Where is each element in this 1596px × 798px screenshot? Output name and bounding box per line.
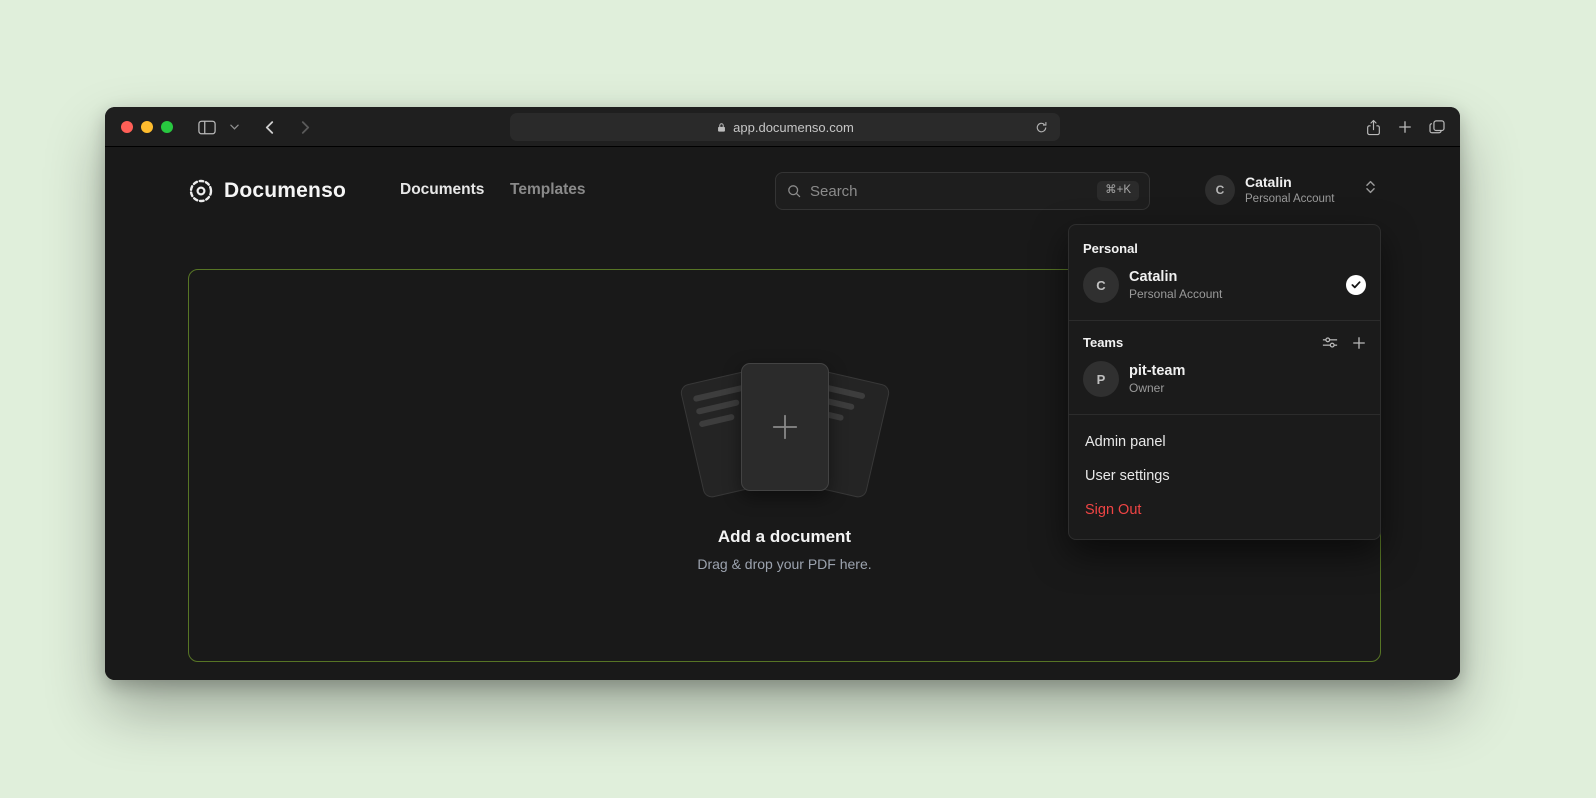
nav-templates[interactable]: Templates xyxy=(510,181,586,199)
nav-documents[interactable]: Documents xyxy=(400,181,484,199)
add-team-icon xyxy=(1352,336,1366,350)
menu-item-user-settings[interactable]: User settings xyxy=(1075,459,1374,493)
menu-divider xyxy=(1069,320,1380,321)
url-text: app.documenso.com xyxy=(733,120,854,135)
account-avatar: C xyxy=(1205,175,1235,205)
team-avatar: P xyxy=(1083,361,1119,397)
brand[interactable]: Documenso xyxy=(188,178,346,204)
reload-button[interactable] xyxy=(1030,113,1052,141)
sidebar-toggle-button[interactable] xyxy=(193,107,221,147)
share-icon xyxy=(1366,119,1381,136)
menu-divider xyxy=(1069,414,1380,415)
tab-overview-button[interactable] xyxy=(1422,107,1452,147)
account-dropdown-menu: Personal C Catalin Personal Account xyxy=(1068,224,1381,540)
lock-icon xyxy=(716,122,727,133)
back-button[interactable] xyxy=(255,107,283,147)
team-name: pit-team xyxy=(1129,362,1366,381)
documents-illustration xyxy=(675,359,895,507)
browser-window: app.documenso.com Documenso xyxy=(105,107,1460,680)
sidebar-chevron-button[interactable] xyxy=(225,107,243,147)
account-name: Catalin xyxy=(1245,174,1353,192)
menu-section-personal: Personal C Catalin Personal Account xyxy=(1069,229,1380,318)
selected-check-icon xyxy=(1346,275,1366,295)
close-button[interactable] xyxy=(121,121,133,133)
chevron-down-icon xyxy=(230,124,239,130)
search-input[interactable] xyxy=(810,183,1089,200)
reload-icon xyxy=(1035,121,1048,134)
card-line xyxy=(698,414,734,428)
plus-icon xyxy=(770,412,800,442)
menu-section-links: Admin panel User settings Sign Out xyxy=(1069,417,1380,535)
tabs-icon xyxy=(1429,120,1445,134)
menu-item-sign-out[interactable]: Sign Out xyxy=(1075,493,1374,527)
menu-item-personal-account[interactable]: C Catalin Personal Account xyxy=(1075,260,1374,310)
app-header: Documenso Documents Templates ⌘+K C Cata… xyxy=(105,147,1460,235)
new-tab-button[interactable] xyxy=(1390,107,1420,147)
back-icon xyxy=(265,120,274,135)
search-shortcut-badge: ⌘+K xyxy=(1097,181,1139,201)
address-bar[interactable]: app.documenso.com xyxy=(510,113,1060,141)
personal-name: Catalin xyxy=(1129,268,1336,287)
chevron-updown-icon xyxy=(1365,179,1376,200)
sidebar-toggle-icon xyxy=(198,120,216,135)
menu-item-team-pit-team[interactable]: P pit-team Owner xyxy=(1075,354,1374,404)
add-team-button[interactable] xyxy=(1352,336,1366,350)
search-icon xyxy=(786,183,802,199)
forward-icon xyxy=(301,120,310,135)
menu-item-admin-panel[interactable]: Admin panel xyxy=(1075,425,1374,459)
account-type: Personal Account xyxy=(1245,192,1353,206)
menu-label-personal: Personal xyxy=(1075,237,1374,260)
share-button[interactable] xyxy=(1358,107,1388,147)
zoom-button[interactable] xyxy=(161,121,173,133)
menu-label-teams: Teams xyxy=(1075,331,1131,354)
team-role: Owner xyxy=(1129,381,1366,397)
forward-button[interactable] xyxy=(291,107,319,147)
dropzone-title: Add a document xyxy=(718,527,851,547)
new-tab-icon xyxy=(1398,120,1412,134)
documenso-logo-icon xyxy=(188,178,214,204)
desktop-background: app.documenso.com Documenso xyxy=(0,0,1596,798)
personal-subtitle: Personal Account xyxy=(1129,287,1336,303)
team-settings-icon xyxy=(1322,336,1338,349)
web-page: Documenso Documents Templates ⌘+K C Cata… xyxy=(105,147,1460,680)
menu-section-teams: Teams P pit-team xyxy=(1069,323,1380,412)
personal-avatar: C xyxy=(1083,267,1119,303)
brand-name: Documenso xyxy=(224,179,346,203)
teams-header: Teams xyxy=(1075,331,1374,354)
search-box[interactable]: ⌘+K xyxy=(775,172,1150,210)
team-settings-button[interactable] xyxy=(1322,336,1338,349)
account-menu-trigger[interactable]: C Catalin Personal Account xyxy=(1205,174,1376,206)
document-card-center xyxy=(741,363,829,491)
card-line xyxy=(695,399,739,415)
traffic-lights xyxy=(121,121,173,133)
browser-toolbar: app.documenso.com xyxy=(105,107,1460,147)
dropzone-subtitle: Drag & drop your PDF here. xyxy=(697,556,871,572)
minimize-button[interactable] xyxy=(141,121,153,133)
